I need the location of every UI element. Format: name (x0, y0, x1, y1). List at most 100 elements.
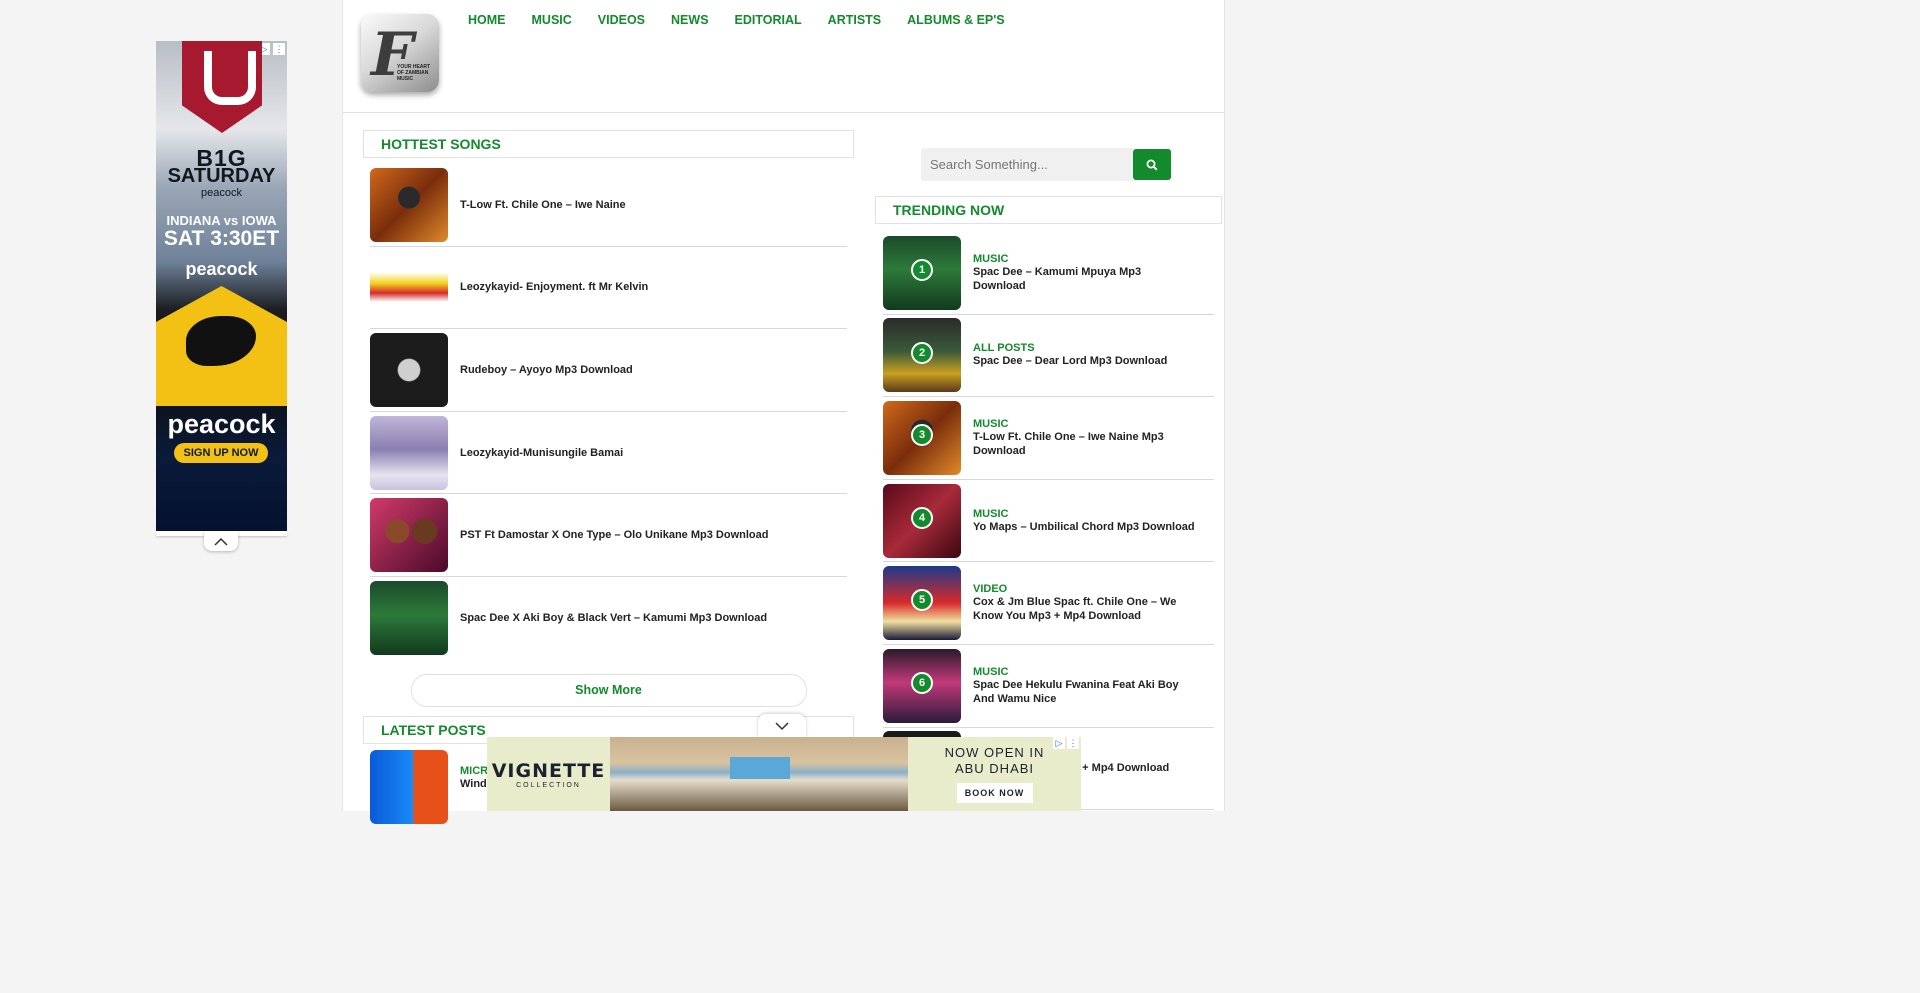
post-meta: MUSIC Yo Maps – Umbilical Chord Mp3 Down… (973, 508, 1195, 534)
nav-artists[interactable]: ARTISTS (828, 13, 881, 27)
section-title: LATEST POSTS (381, 721, 486, 738)
hottest-songs-list: T-Low Ft. Chile One – Iwe Naine Leozykay… (363, 158, 854, 660)
post-category[interactable]: ALL POSTS (973, 342, 1195, 354)
post-category[interactable]: MUSIC (973, 253, 1195, 265)
nav-home[interactable]: HOME (468, 13, 506, 27)
post-meta: VIDEO Cox & Jm Blue Spac ft. Chile One –… (973, 583, 1195, 623)
left-skyscraper-ad[interactable]: ▷ ⋮ B1G SATURDAY peacock INDIANA vs IOWA… (156, 41, 287, 531)
nav-news[interactable]: NEWS (671, 13, 709, 27)
song-title-link[interactable]: Spac Dee X Aki Boy & Black Vert – Kamumi… (460, 612, 767, 624)
post-title-link[interactable]: 3 + Mp4 Download (1073, 761, 1195, 775)
post-title-link[interactable]: Wind (460, 777, 488, 791)
post-title-link[interactable]: Spac Dee Hekulu Fwanina Feat Aki Boy And… (973, 678, 1195, 706)
post-meta: MUSIC T-Low Ft. Chile One – Iwe Naine Mp… (973, 418, 1195, 458)
list-item[interactable]: 5 VIDEO Cox & Jm Blue Spac ft. Chile One… (883, 562, 1214, 645)
rank-badge: 6 (911, 671, 933, 694)
ad-brand: VIGNETTE COLLECTION (487, 737, 610, 811)
bottom-ad-collapse-button[interactable] (758, 714, 806, 738)
ad-peacock-mid: peacock (185, 259, 258, 279)
post-category[interactable]: VIDEO (973, 583, 1195, 595)
list-item[interactable]: Leozykayid-Munisungile Bamai (370, 412, 847, 495)
list-item[interactable]: 6 MUSIC Spac Dee Hekulu Fwanina Feat Aki… (883, 645, 1214, 728)
show-more-button[interactable]: Show More (410, 673, 807, 707)
ad-menu-icon[interactable]: ⋮ (273, 43, 285, 55)
ad-headline-1: NOW OPEN IN (944, 745, 1045, 760)
ad-brand-name: VIGNETTE (491, 759, 606, 782)
list-item[interactable]: Spac Dee X Aki Boy & Black Vert – Kamumi… (370, 577, 847, 660)
song-thumbnail[interactable] (370, 167, 448, 242)
post-title-link[interactable]: Cox & Jm Blue Spac ft. Chile One – We Kn… (973, 595, 1195, 623)
post-category[interactable]: MUSIC (973, 508, 1195, 520)
song-thumbnail[interactable] (370, 415, 448, 490)
section-title: TRENDING NOW (893, 202, 1005, 218)
trending-now-header: TRENDING NOW (875, 196, 1222, 224)
search-form (921, 148, 1174, 181)
rank-badge: 1 (911, 259, 933, 281)
post-category[interactable]: MUSIC (973, 666, 1195, 678)
ad-saturday-text: SATURDAY (167, 165, 276, 187)
song-thumbnail[interactable] (370, 250, 448, 325)
list-item[interactable]: 2 ALL POSTS Spac Dee – Dear Lord Mp3 Dow… (883, 315, 1214, 398)
list-item[interactable]: 1 MUSIC Spac Dee – Kamumi Mpuya Mp3 Down… (883, 232, 1214, 315)
section-title: HOTTEST SONGS (381, 136, 501, 152)
song-thumbnail[interactable] (370, 498, 448, 573)
nav-videos[interactable]: VIDEOS (598, 13, 645, 27)
post-meta: ALL POSTS Spac Dee – Dear Lord Mp3 Downl… (973, 342, 1195, 368)
list-item[interactable]: 4 MUSIC Yo Maps – Umbilical Chord Mp3 Do… (883, 480, 1214, 563)
list-item[interactable]: Rudeboy – Ayoyo Mp3 Download (370, 329, 847, 412)
post-title-link[interactable]: Spac Dee – Kamumi Mpuya Mp3 Download (973, 265, 1195, 293)
ad-brand-sub: COLLECTION (516, 781, 581, 789)
song-thumbnail[interactable] (370, 332, 448, 407)
song-title-link[interactable]: Leozykayid-Munisungile Bamai (460, 447, 623, 459)
book-now-button[interactable]: BOOK NOW (956, 783, 1033, 803)
main-nav: HOME MUSIC VIDEOS NEWS EDITORIAL ARTISTS… (468, 13, 1005, 27)
post-meta: MICR Wind (460, 765, 488, 824)
ad-signup-button[interactable]: SIGN UP NOW (174, 443, 268, 463)
post-category[interactable]: MICR (460, 765, 488, 777)
site-header: F YOUR HEART OF ZAMBIAN MUSIC HOME MUSIC… (343, 0, 1224, 113)
song-title-link[interactable]: PST Ft Damostar X One Type – Olo Unikane… (460, 529, 768, 541)
list-item[interactable]: Leozykayid- Enjoyment. ft Mr Kelvin (370, 247, 847, 330)
bottom-banner-ad[interactable]: VIGNETTE COLLECTION NOW OPEN IN ABU DHAB… (487, 737, 1081, 811)
main-container: F YOUR HEART OF ZAMBIAN MUSIC HOME MUSIC… (342, 0, 1225, 824)
ad-choices[interactable]: ▷ ⋮ (1053, 737, 1079, 749)
post-meta: MUSIC Spac Dee – Kamumi Mpuya Mp3 Downlo… (973, 253, 1195, 293)
ad-choices[interactable]: ▷ ⋮ (258, 43, 285, 55)
rank-badge: 4 (911, 506, 933, 529)
post-thumbnail[interactable] (370, 749, 448, 824)
indiana-logo (182, 41, 262, 133)
chevron-up-icon (214, 537, 228, 546)
song-title-link[interactable]: Leozykayid- Enjoyment. ft Mr Kelvin (460, 281, 648, 293)
post-title-link[interactable]: Yo Maps – Umbilical Chord Mp3 Download (973, 520, 1195, 534)
post-title-link[interactable]: Spac Dee – Dear Lord Mp3 Download (973, 354, 1195, 368)
post-meta: MUSIC Spac Dee Hekulu Fwanina Feat Aki B… (973, 666, 1195, 706)
hottest-songs-header: HOTTEST SONGS (363, 130, 854, 158)
nav-music[interactable]: MUSIC (532, 13, 572, 27)
search-input[interactable] (921, 148, 1133, 181)
logo-tagline: YOUR HEART OF ZAMBIAN MUSIC (397, 64, 431, 82)
post-category[interactable]: MUSIC (973, 418, 1195, 430)
post-title-link[interactable]: T-Low Ft. Chile One – Iwe Naine Mp3 Down… (973, 430, 1195, 458)
song-title-link[interactable]: Rudeboy – Ayoyo Mp3 Download (460, 364, 633, 376)
site-logo[interactable]: F YOUR HEART OF ZAMBIAN MUSIC (361, 14, 439, 92)
search-icon (1146, 159, 1158, 170)
nav-editorial[interactable]: EDITORIAL (735, 13, 802, 27)
nav-albums[interactable]: ALBUMS & EP'S (907, 13, 1004, 27)
ad-peacock-big: peacock (167, 409, 276, 439)
ad-headline-2: ABU DHABI (954, 761, 1035, 776)
trending-list: 1 MUSIC Spac Dee – Kamumi Mpuya Mp3 Down… (883, 232, 1214, 811)
chevron-down-icon (775, 721, 789, 730)
ad-collapse-button[interactable] (204, 531, 238, 551)
ad-choices-icon[interactable]: ▷ (1053, 737, 1065, 749)
ad-matchup: INDIANA vs IOWA (166, 213, 277, 228)
ad-menu-icon[interactable]: ⋮ (1067, 737, 1079, 749)
ad-resort-image (610, 737, 908, 811)
list-item[interactable]: PST Ft Damostar X One Type – Olo Unikane… (370, 494, 847, 577)
list-item[interactable]: T-Low Ft. Chile One – Iwe Naine (370, 164, 847, 247)
iowa-logo (156, 286, 287, 406)
ad-peacock-small: peacock (201, 187, 242, 199)
search-button[interactable] (1133, 149, 1171, 180)
list-item[interactable]: 3 MUSIC T-Low Ft. Chile One – Iwe Naine … (883, 397, 1214, 480)
song-title-link[interactable]: T-Low Ft. Chile One – Iwe Naine (460, 199, 626, 211)
song-thumbnail[interactable] (370, 581, 448, 656)
